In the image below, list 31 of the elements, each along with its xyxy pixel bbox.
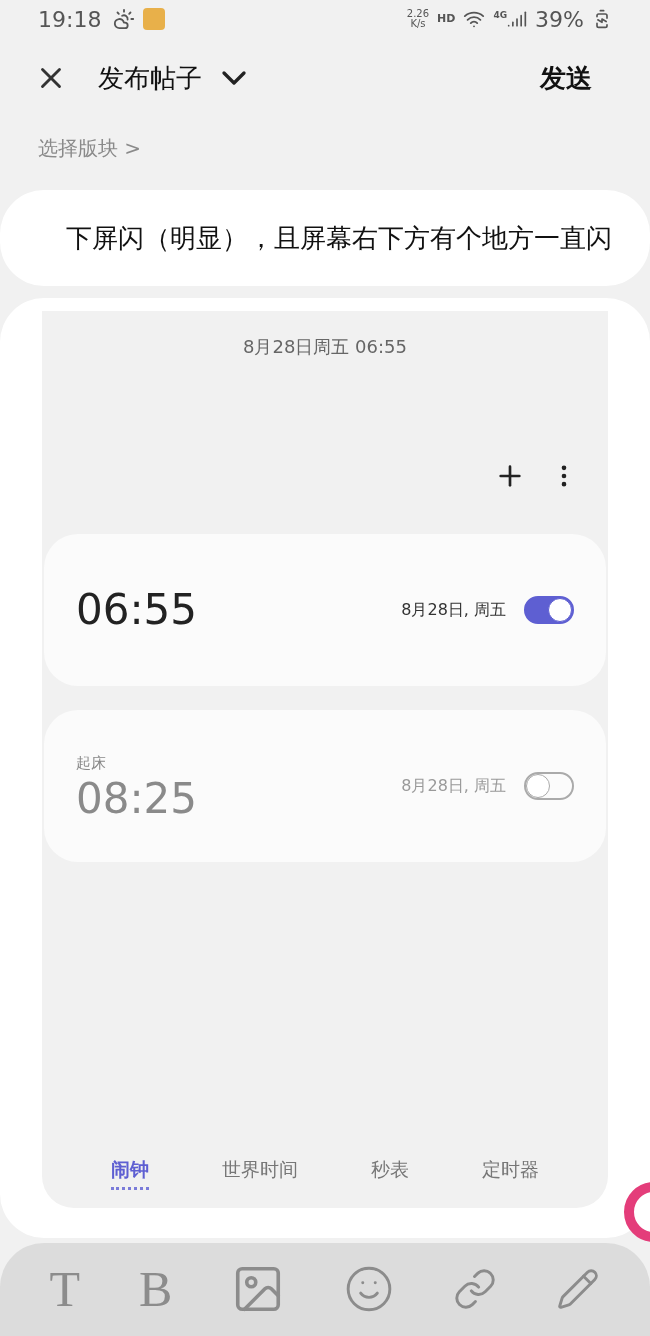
app-icon xyxy=(143,8,166,30)
tab[interactable]: 秒表 xyxy=(371,1154,410,1190)
alarm-card[interactable]: 06:55 8月28日, 周五 xyxy=(44,534,606,686)
send-button[interactable]: 发送 xyxy=(540,58,592,98)
signal-icon xyxy=(507,9,528,29)
alarm-subtitle: 8月28日周五 06:55 xyxy=(243,335,407,359)
alarm-date: 8月28日, 周五 xyxy=(401,599,506,621)
alarm-label: 起床 xyxy=(76,752,107,774)
section-picker[interactable]: 选择版块 > xyxy=(38,133,142,163)
hd-label: HD xyxy=(437,10,456,27)
tab[interactable]: 定时器 xyxy=(482,1154,540,1190)
network-label: 4G xyxy=(493,8,508,22)
alarm-card[interactable]: 起床 08:25 8月28日, 周五 xyxy=(44,710,606,862)
alarm-date: 8月28日, 周五 xyxy=(401,775,506,797)
alarm-time: 06:55 xyxy=(76,589,198,631)
link-icon[interactable] xyxy=(453,1267,498,1311)
text-field[interactable]: 下屏闪（明显），且屏幕右下方有个地方一直闪 xyxy=(0,190,650,286)
page-title: 发布帖子 xyxy=(98,61,202,95)
weather-icon xyxy=(113,8,136,30)
tab[interactable]: 世界时间 xyxy=(221,1154,298,1190)
pen-icon[interactable] xyxy=(556,1267,601,1311)
format-button[interactable]: T xyxy=(49,1264,81,1314)
alarm-time: 08:25 xyxy=(76,778,198,821)
toggle-switch[interactable] xyxy=(524,596,574,624)
speed-unit: K/s xyxy=(410,19,426,29)
format-button[interactable]: B xyxy=(139,1264,173,1314)
speed-value: 2.26 xyxy=(406,9,430,19)
battery-percent: 39% xyxy=(535,5,584,34)
status-time: 19:18 xyxy=(38,5,102,34)
toggle-switch[interactable] xyxy=(524,772,574,800)
tab[interactable]: 闹钟 xyxy=(110,1154,149,1190)
